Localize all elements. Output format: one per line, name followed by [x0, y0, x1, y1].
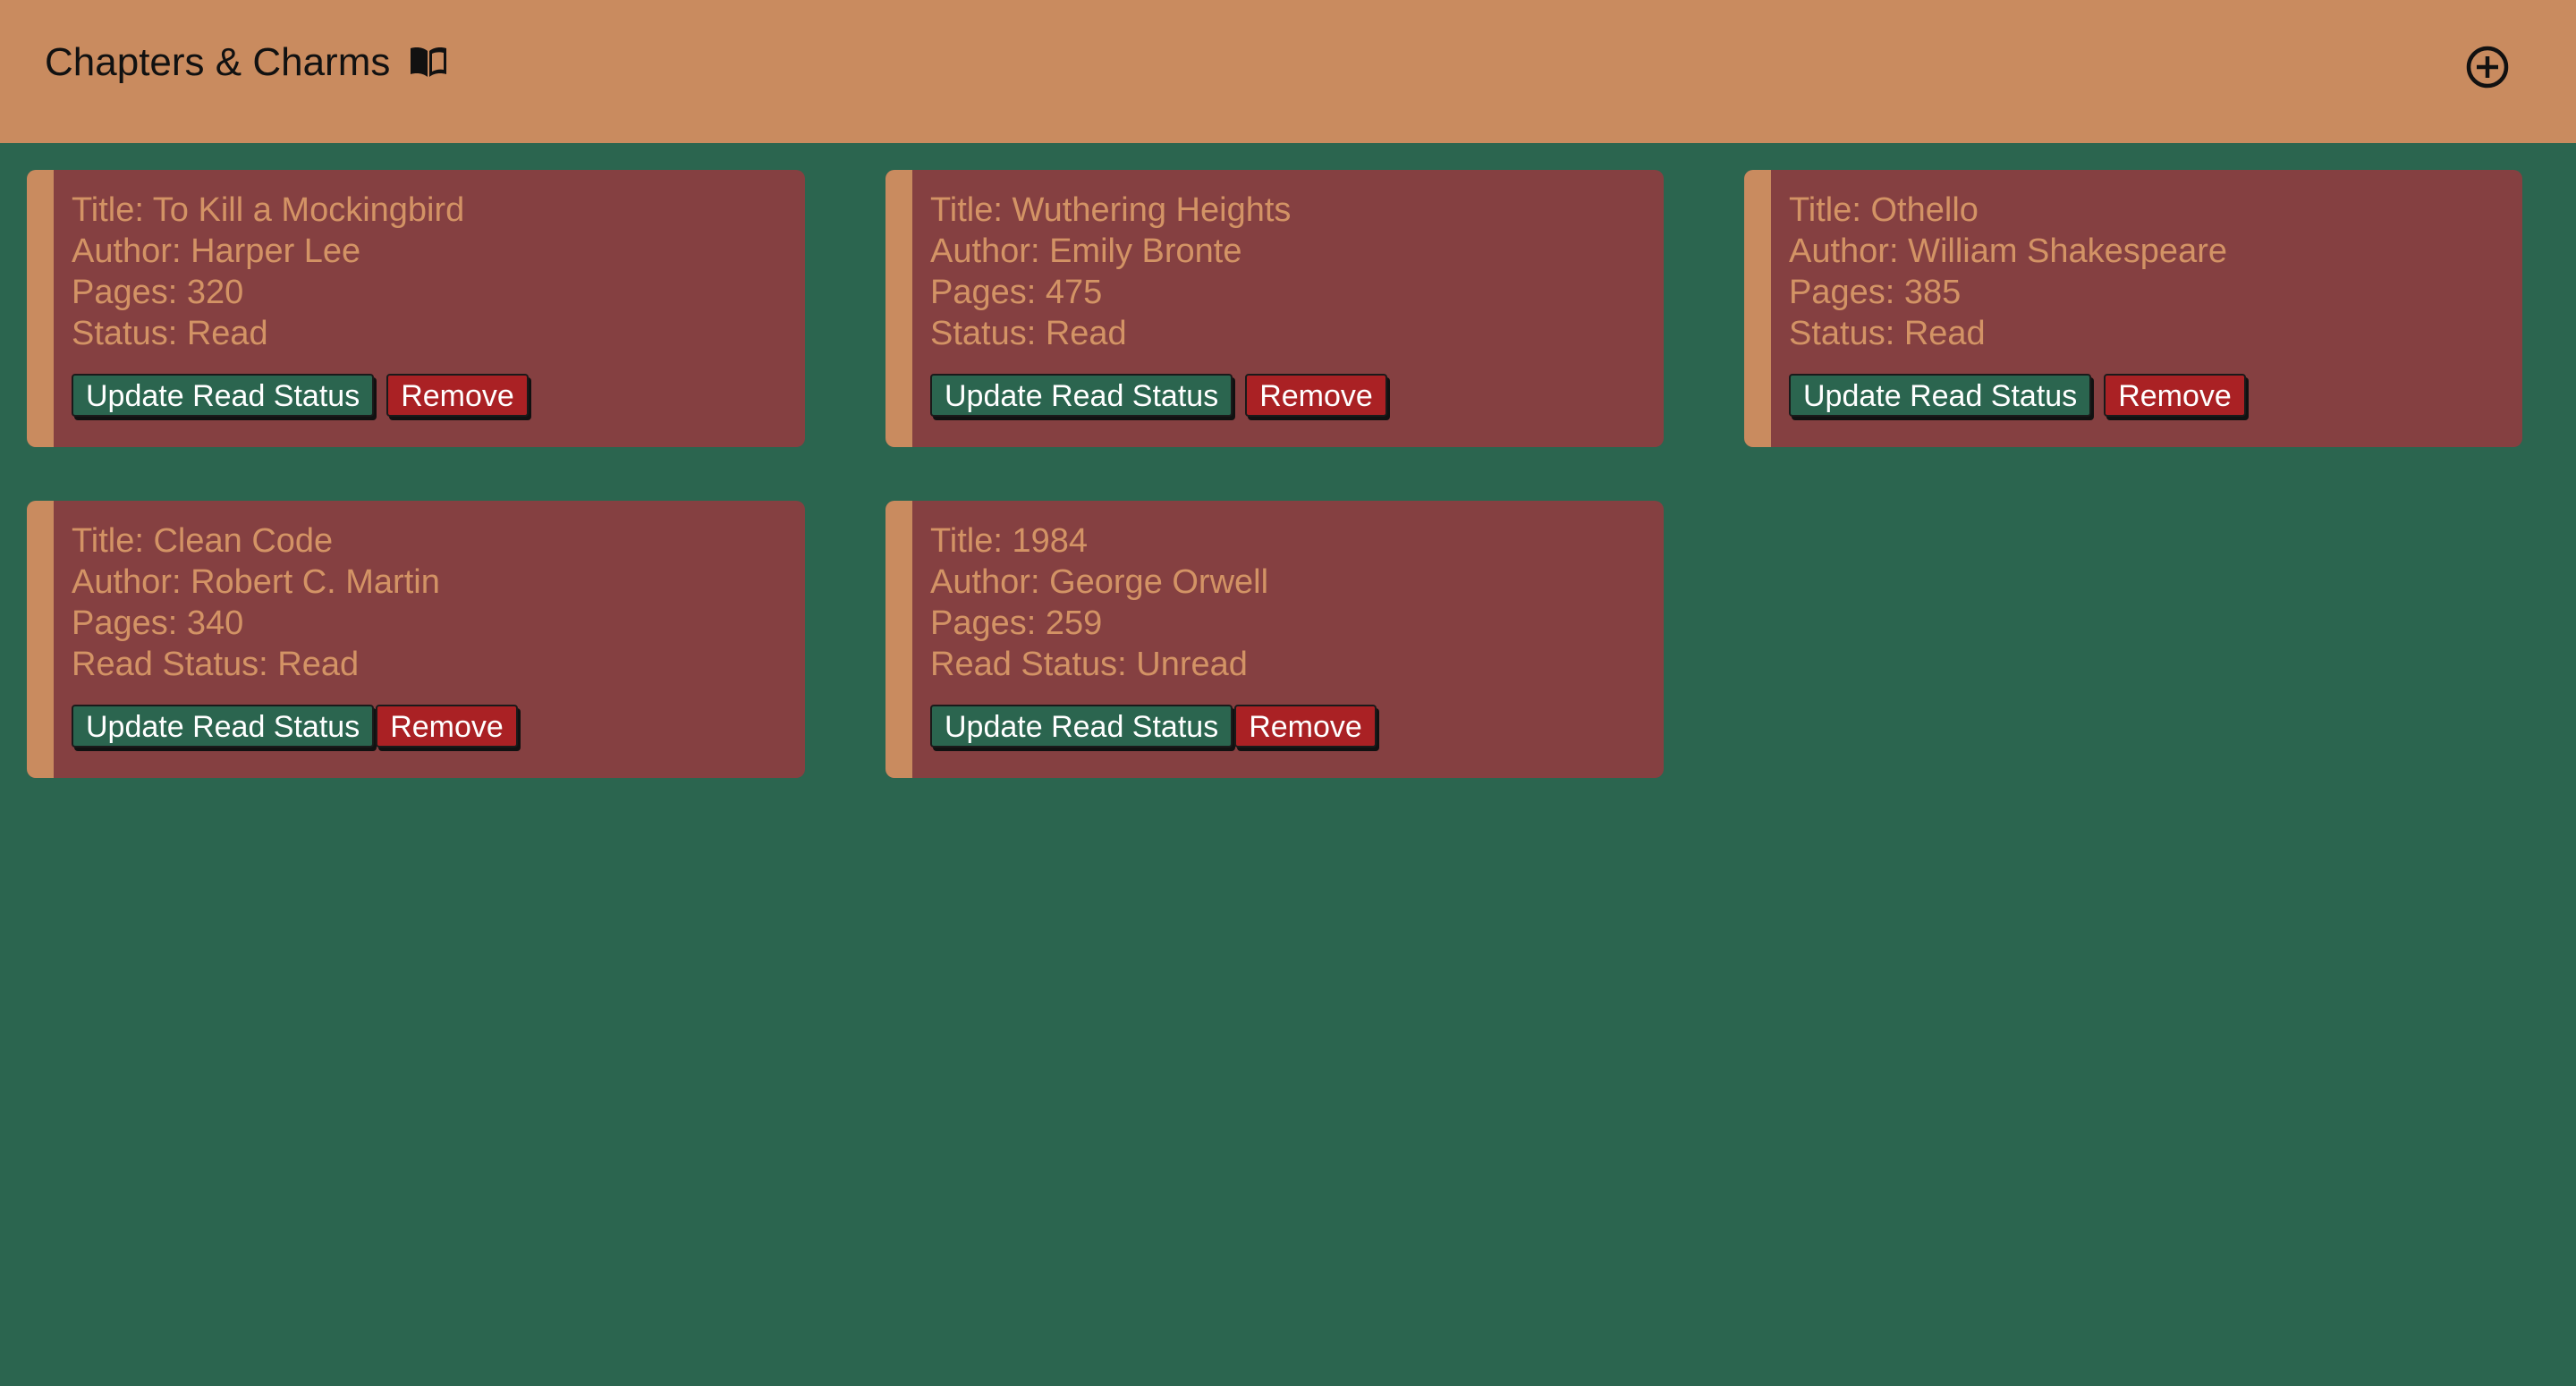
book-card: Title: To Kill a Mockingbird Author: Har…	[27, 170, 805, 447]
card-accent-stripe	[27, 170, 54, 447]
book-actions: Update Read Status Remove	[930, 374, 1387, 418]
card-accent-stripe	[27, 501, 54, 778]
book-pages: Pages: 475	[930, 274, 1103, 311]
book-pages: Pages: 340	[72, 604, 244, 642]
update-read-status-button[interactable]: Update Read Status	[1789, 374, 2092, 417]
book-author: Author: Emily Bronte	[930, 232, 1242, 270]
book-title: Title: Wuthering Heights	[930, 191, 1292, 229]
book-author: Author: William Shakespeare	[1789, 232, 2227, 270]
book-icon	[410, 47, 446, 77]
add-book-button[interactable]	[2465, 45, 2510, 89]
book-author: Author: Harper Lee	[72, 232, 361, 270]
book-info: Title: Othello Author: William Shakespea…	[1789, 190, 2227, 354]
book-actions: Update Read Status Remove	[72, 374, 529, 418]
app-title-text: Chapters & Charms	[45, 40, 391, 84]
book-author: Author: Robert C. Martin	[72, 563, 440, 601]
card-accent-stripe	[886, 501, 912, 778]
book-info: Title: Clean Code Author: Robert C. Mart…	[72, 520, 440, 685]
update-read-status-button[interactable]: Update Read Status	[930, 705, 1233, 748]
update-read-status-button[interactable]: Update Read Status	[930, 374, 1233, 417]
book-info: Title: To Kill a Mockingbird Author: Har…	[72, 190, 464, 354]
book-status: Status: Read	[930, 315, 1127, 352]
update-read-status-button[interactable]: Update Read Status	[72, 705, 375, 748]
plus-circle-icon	[2466, 46, 2509, 89]
remove-button[interactable]: Remove	[386, 374, 529, 417]
book-pages: Pages: 320	[72, 274, 244, 311]
card-accent-stripe	[886, 170, 912, 447]
book-status: Read Status: Unread	[930, 646, 1248, 683]
book-title: Title: To Kill a Mockingbird	[72, 191, 465, 229]
book-info: Title: 1984 Author: George Orwell Pages:…	[930, 520, 1268, 685]
book-title: Title: 1984	[930, 522, 1089, 560]
remove-button[interactable]: Remove	[2104, 374, 2246, 417]
book-card: Title: 1984 Author: George Orwell Pages:…	[886, 501, 1664, 778]
remove-button[interactable]: Remove	[1234, 705, 1377, 748]
book-card: Title: Clean Code Author: Robert C. Mart…	[27, 501, 805, 778]
book-actions: Update Read Status Remove	[930, 705, 1377, 749]
book-pages: Pages: 385	[1789, 274, 1962, 311]
remove-button[interactable]: Remove	[1245, 374, 1387, 417]
remove-button[interactable]: Remove	[376, 705, 518, 748]
book-actions: Update Read Status Remove	[1789, 374, 2246, 418]
book-title: Title: Clean Code	[72, 522, 334, 560]
card-accent-stripe	[1744, 170, 1771, 447]
book-status: Status: Read	[1789, 315, 1986, 352]
book-pages: Pages: 259	[930, 604, 1103, 642]
book-card: Title: Wuthering Heights Author: Emily B…	[886, 170, 1664, 447]
book-author: Author: George Orwell	[930, 563, 1269, 601]
book-title: Title: Othello	[1789, 191, 1979, 229]
book-status: Read Status: Read	[72, 646, 360, 683]
book-status: Status: Read	[72, 315, 268, 352]
book-card: Title: Othello Author: William Shakespea…	[1744, 170, 2522, 447]
book-info: Title: Wuthering Heights Author: Emily B…	[930, 190, 1291, 354]
update-read-status-button[interactable]: Update Read Status	[72, 374, 375, 417]
app-title: Chapters & Charms	[45, 39, 448, 86]
app-header: Chapters & Charms	[0, 0, 2576, 143]
book-actions: Update Read Status Remove	[72, 705, 518, 749]
